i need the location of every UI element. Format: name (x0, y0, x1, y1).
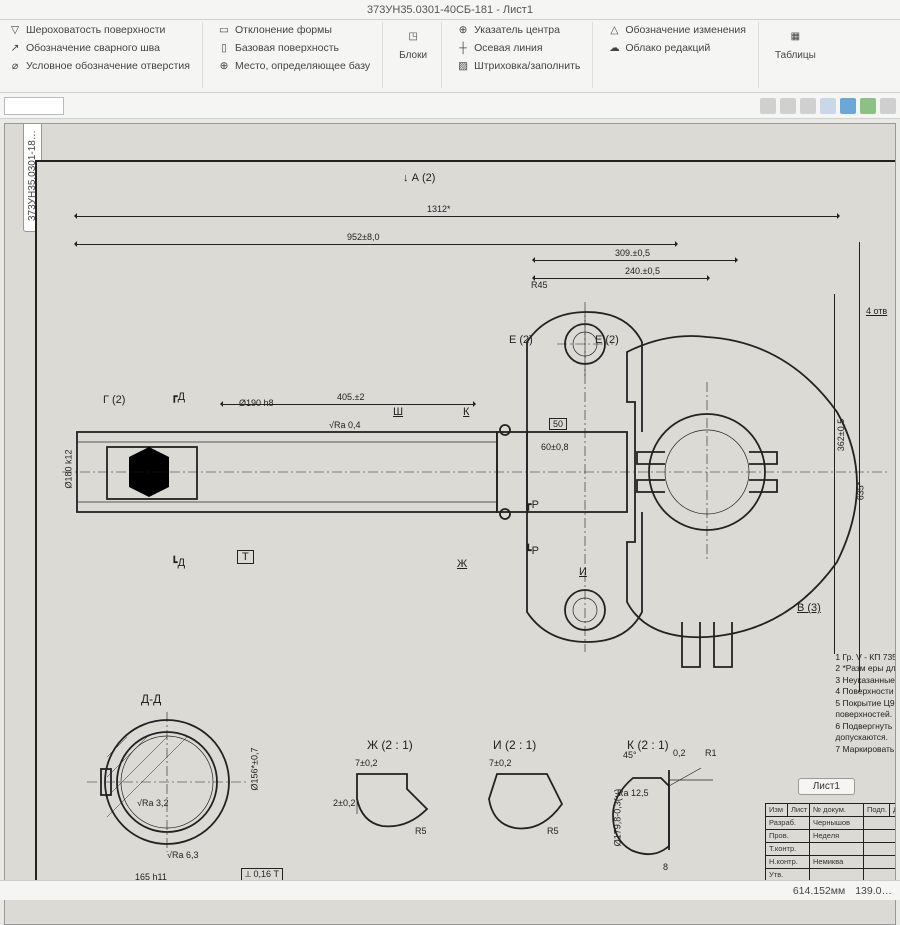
dim-362: 362±0,5 (836, 419, 846, 451)
dim-line (535, 260, 735, 261)
cloud-icon: ☁ (607, 41, 621, 55)
dim-phi190: Ø190 h8 (239, 398, 274, 408)
pan-icon[interactable] (840, 98, 856, 114)
dim-60: 60±0,8 (541, 442, 568, 452)
weld-icon: ↗ (8, 41, 22, 55)
cmd-weld[interactable]: ↗Обозначение сварного шва (6, 40, 192, 56)
cmd-roughness[interactable]: ▽Шероховатость поверхности (6, 22, 192, 38)
zoom-input[interactable] (4, 97, 64, 115)
centerline-icon: ┼ (456, 41, 470, 55)
section-dd (77, 707, 277, 867)
drawing-sheet: 1312* 952±8,0 309.±0,5 240.±0,5 405.±2 ↓… (35, 160, 896, 882)
datum-t: Т (237, 550, 254, 564)
zoom-in-icon[interactable] (780, 98, 796, 114)
label-e2: Е (2) (595, 334, 619, 346)
label-k: К (463, 406, 469, 418)
label-p1: ┏Р (525, 498, 539, 511)
label-zh21: Ж (2 : 1) (367, 738, 413, 752)
cmd-hatch[interactable]: ▨Штриховка/заполнить (454, 58, 582, 74)
zh-7: 7±0,2 (355, 758, 377, 768)
status-coord-y: 139.0… (855, 885, 892, 897)
label-d1: ┏Д (171, 390, 185, 403)
zoom-out-icon[interactable] (800, 98, 816, 114)
drawing-canvas[interactable]: 373УН35.0301-18… 1312* 952±8,0 309.±0,5 … (4, 123, 896, 925)
dim-line (535, 278, 707, 279)
tables-icon: ▦ (783, 24, 807, 48)
revision-icon: △ (607, 23, 621, 37)
cmd-revision-cloud[interactable]: ☁Облако редакций (605, 40, 748, 56)
label-e1: Е (2) (509, 334, 533, 346)
i-7: 7±0,2 (489, 758, 511, 768)
k-45: 45° (623, 750, 637, 760)
status-bar: 614.152мм 139.0… (0, 880, 900, 900)
label-sh: Ш (393, 406, 403, 418)
extline (834, 294, 835, 654)
datum-icon: ▯ (217, 41, 231, 55)
window-title: 373УН35.0301-40СБ-181 - Лист1 (0, 0, 900, 20)
zh-2: 2±0,2 (333, 798, 355, 808)
label-i: И (579, 566, 587, 578)
ra63: √Ra 6,3 (167, 850, 198, 860)
dim-50: 50 (549, 418, 567, 430)
cmd-blocks[interactable]: ◳Блоки (395, 22, 431, 63)
detail-i (467, 754, 587, 854)
k-02: 0,2 (673, 748, 686, 758)
label-i21: И (2 : 1) (493, 738, 536, 752)
hatch-icon: ▨ (456, 59, 470, 73)
cmd-form-dev[interactable]: ▭Отклонение формы (215, 22, 372, 38)
dim-line (77, 244, 675, 245)
k-r1: R1 (705, 748, 717, 758)
label-p2: ┗Р (525, 544, 539, 557)
zoom-window-icon[interactable] (820, 98, 836, 114)
main-view (67, 282, 867, 682)
cmd-hole[interactable]: ⌀Условное обозначение отверстия (6, 58, 192, 74)
ribbon: ▽Шероховатость поверхности ↗Обозначение … (0, 20, 900, 93)
roughness-icon: ▽ (8, 23, 22, 37)
hole-icon: ⌀ (8, 59, 22, 73)
center-mark-icon: ⊕ (456, 23, 470, 37)
label-d2: ┗Д (171, 556, 185, 569)
dim-r45: R45 (531, 280, 548, 290)
dim-309: 309.±0,5 (615, 248, 650, 258)
status-coord-x: 614.152мм (793, 885, 845, 897)
k-phi179: Ø179,8-0,3(∨) (612, 789, 623, 847)
label-b3: В (3) (797, 602, 821, 614)
drawing-notes: 1 Гр. V - КП 735 ГО С… 2 *Разм еры для с… (835, 652, 896, 755)
section-a: ↓ А (2) (403, 172, 435, 184)
datum-target-icon: ⊕ (217, 59, 231, 73)
cmd-centerline[interactable]: ┼Осевая линия (454, 40, 582, 56)
cmd-revision[interactable]: △Обозначение изменения (605, 22, 748, 38)
label-dd: Д-Д (141, 692, 161, 706)
cmd-datum-target[interactable]: ⊕Место, определяющее базу (215, 58, 372, 74)
rotate-icon[interactable] (860, 98, 876, 114)
title-block: ИзмЛист№ докум.Подп.Дата Разраб.Чернышов… (765, 803, 896, 882)
dim-4holes: 4 отв (866, 306, 887, 316)
dim-1312: 1312* (427, 204, 451, 214)
cmd-center-mark[interactable]: ⊕Указатель центра (454, 22, 582, 38)
zoom-fit-icon[interactable] (760, 98, 776, 114)
dim-635: 635* (855, 482, 865, 501)
k-8: 8 (663, 862, 668, 872)
dim-phi180: Ø180 k12 (64, 449, 74, 488)
cmd-tables[interactable]: ▦Таблицы (771, 22, 820, 63)
ra04: √Ra 0,4 (329, 420, 360, 430)
phi156: Ø156*±0,7 (249, 748, 259, 791)
label-g2: Г (2) (103, 394, 125, 406)
dim-952: 952±8,0 (347, 232, 379, 242)
view-toolbar (0, 93, 900, 119)
dim-240: 240.±0,5 (625, 266, 660, 276)
form-dev-icon: ▭ (217, 23, 231, 37)
sheet-tab[interactable]: Лист1 (798, 778, 855, 795)
i-r5: R5 (547, 826, 559, 836)
view-settings-icon[interactable] (880, 98, 896, 114)
extline (859, 242, 860, 692)
dim-line (77, 216, 837, 217)
label-zh: Ж (457, 558, 467, 570)
zh-r5: R5 (415, 826, 427, 836)
ra32: √Ra 3,2 (137, 798, 168, 808)
blocks-icon: ◳ (401, 24, 425, 48)
cmd-datum[interactable]: ▯Базовая поверхность (215, 40, 372, 56)
